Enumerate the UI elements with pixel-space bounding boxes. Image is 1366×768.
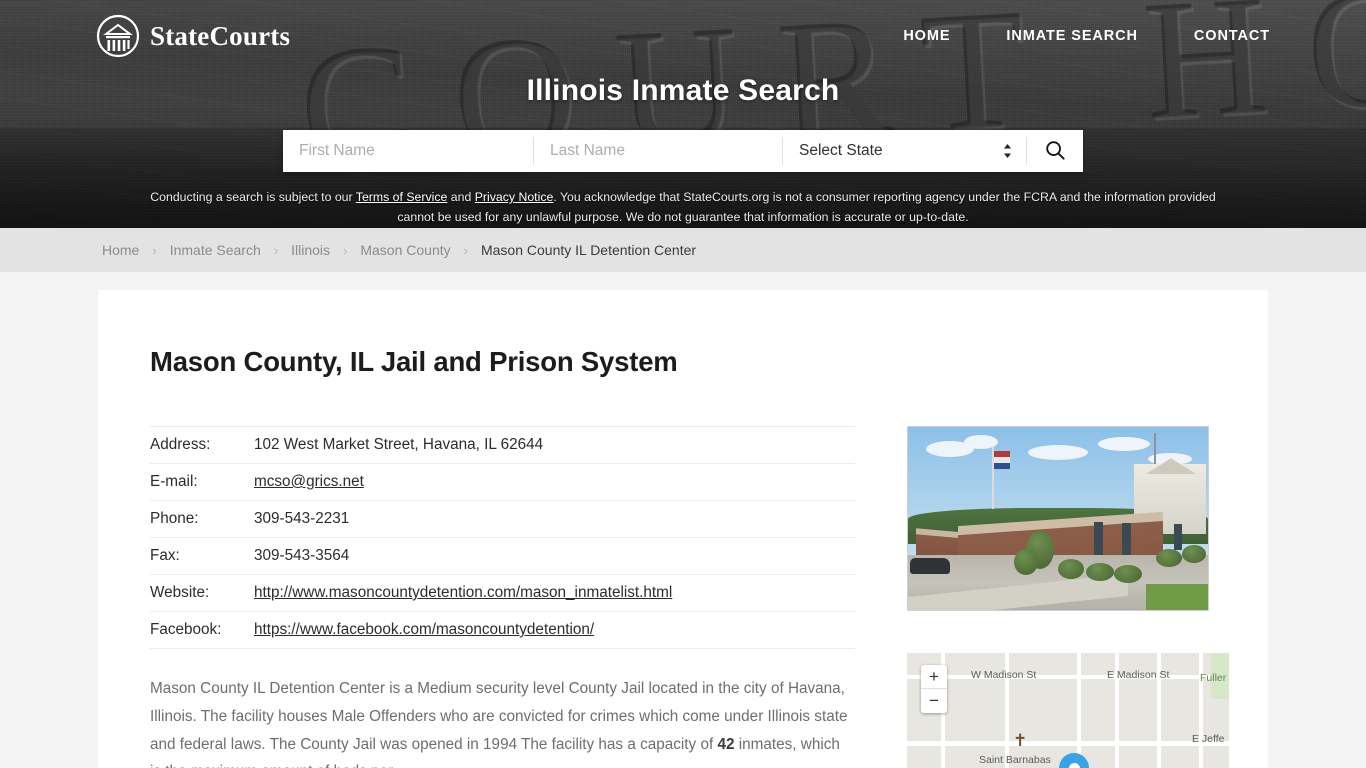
row-label: Fax: — [150, 537, 254, 575]
photo-window — [1094, 522, 1103, 556]
photo-bush — [1086, 563, 1114, 581]
photo-grass — [1146, 584, 1208, 610]
chevron-right-icon: › — [273, 242, 279, 258]
content-card: Mason County, IL Jail and Prison System … — [98, 290, 1268, 768]
map-road — [1077, 653, 1081, 768]
search-disclaimer: Conducting a search is subject to our Te… — [133, 188, 1233, 228]
map-road — [1199, 653, 1203, 768]
first-name-input[interactable] — [283, 130, 533, 172]
inmate-search-form: Select State — [283, 130, 1083, 172]
row-label: Phone: — [150, 500, 254, 538]
photo-car — [910, 558, 950, 574]
state-select[interactable]: Select State — [783, 130, 1026, 172]
table-row: Fax: 309-543-3564 — [150, 537, 855, 575]
brand-name: StateCourts — [150, 20, 291, 51]
breadcrumb-item-inmate-search[interactable]: Inmate Search — [170, 242, 261, 258]
last-name-input[interactable] — [534, 130, 782, 172]
map-label-e-jefferson: E Jeffe — [1192, 733, 1225, 745]
map-zoom-controls: + − — [921, 665, 947, 713]
table-row: Facebook: https://www.facebook.com/mason… — [150, 611, 855, 649]
website-link[interactable]: http://www.masoncountydetention.com/maso… — [254, 584, 672, 601]
map-label-fuller: Fuller — [1200, 672, 1227, 684]
row-value: http://www.masoncountydetention.com/maso… — [254, 574, 855, 612]
breadcrumb-item-illinois[interactable]: Illinois — [291, 242, 330, 258]
privacy-notice-link[interactable]: Privacy Notice — [475, 190, 554, 204]
search-submit-button[interactable] — [1027, 130, 1083, 172]
map-pin-icon[interactable] — [1059, 753, 1089, 768]
facility-photo — [907, 426, 1209, 611]
location-map[interactable]: W Madison St E Madison St Fuller E Jeffe… — [907, 653, 1229, 768]
breadcrumb-item-home[interactable]: Home — [102, 242, 139, 258]
photo-window — [1174, 524, 1182, 550]
facebook-link[interactable]: https://www.facebook.com/masoncountydete… — [254, 621, 594, 638]
photo-flagpole — [992, 447, 1010, 509]
main-nav: HOME INMATE SEARCH CONTACT — [903, 28, 1270, 44]
media-column: W Madison St E Madison St Fuller E Jeffe… — [907, 426, 1229, 768]
page-hero-title: Illinois Inmate Search — [526, 74, 840, 107]
page-body: Mason County, IL Jail and Prison System … — [0, 290, 1366, 768]
site-header: COURT HOUSE StateCourts HOME INMATE SEAR… — [0, 0, 1366, 228]
row-value: 309-543-3564 — [254, 537, 855, 575]
nav-item-inmate-search[interactable]: INMATE SEARCH — [1006, 28, 1137, 44]
page-title: Mason County, IL Jail and Prison System — [150, 346, 678, 377]
map-label-w-madison: W Madison St — [971, 669, 1037, 681]
photo-bush — [1182, 545, 1206, 563]
photo-window — [1122, 523, 1131, 555]
photo-cloud — [1028, 445, 1088, 460]
table-row: Address: 102 West Market Street, Havana,… — [150, 426, 855, 464]
photo-bush — [1058, 559, 1084, 579]
updown-chevrons-icon — [1003, 143, 1012, 159]
row-value: mcso@grics.net — [254, 463, 855, 501]
facility-details-column: Address: 102 West Market Street, Havana,… — [150, 426, 855, 768]
courthouse-circle-icon — [96, 14, 140, 58]
map-label-saint-barnabas: Saint Barnabas — [979, 754, 1051, 766]
chevron-right-icon: › — [152, 242, 157, 258]
row-label: Website: — [150, 574, 254, 612]
facility-info-table: Address: 102 West Market Street, Havana,… — [150, 426, 855, 649]
photo-cloud — [1098, 437, 1150, 451]
cross-icon: ✝ — [1013, 731, 1028, 750]
hero-section: Illinois Inmate Search — [0, 74, 1366, 108]
row-value: https://www.facebook.com/masoncountydete… — [254, 611, 855, 649]
chevron-right-icon: › — [463, 242, 468, 258]
facility-description: Mason County IL Detention Center is a Me… — [150, 675, 850, 768]
breadcrumb-bar: Home › Inmate Search › Illinois › Mason … — [0, 228, 1366, 272]
nav-item-home[interactable]: HOME — [903, 28, 950, 44]
email-link[interactable]: mcso@grics.net — [254, 473, 364, 490]
row-label: Address: — [150, 426, 254, 464]
breadcrumb-item-mason-county[interactable]: Mason County — [360, 242, 450, 258]
row-value: 309-543-2231 — [254, 500, 855, 538]
breadcrumb-item-current: Mason County IL Detention Center — [480, 242, 697, 258]
row-label: E-mail: — [150, 463, 254, 501]
chevron-right-icon: › — [343, 242, 348, 258]
top-navigation-bar: StateCourts HOME INMATE SEARCH CONTACT — [0, 0, 1366, 72]
content-columns: Address: 102 West Market Street, Havana,… — [150, 426, 1229, 768]
search-icon — [1044, 139, 1066, 164]
photo-bush — [1156, 549, 1182, 567]
map-road — [907, 741, 1229, 746]
disclaimer-part-1: Conducting a search is subject to our — [150, 190, 356, 204]
photo-bush — [1014, 549, 1038, 575]
map-label-e-madison: E Madison St — [1107, 669, 1170, 681]
row-label: Facebook: — [150, 611, 254, 649]
map-zoom-out-button[interactable]: − — [921, 689, 947, 713]
photo-bush — [1114, 565, 1142, 583]
state-select-value: Select State — [799, 142, 883, 159]
capacity-value: 42 — [717, 735, 735, 753]
table-row: Phone: 309-543-2231 — [150, 500, 855, 538]
brand-logo[interactable]: StateCourts — [96, 14, 290, 58]
row-value: 102 West Market Street, Havana, IL 62644 — [254, 426, 855, 464]
table-row: Website: http://www.masoncountydetention… — [150, 574, 855, 612]
terms-of-service-link[interactable]: Terms of Service — [356, 190, 448, 204]
disclaimer-part-2: and — [447, 190, 475, 204]
breadcrumb: Home › Inmate Search › Illinois › Mason … — [0, 242, 696, 258]
nav-item-contact[interactable]: CONTACT — [1194, 28, 1270, 44]
map-road — [907, 675, 1229, 679]
map-zoom-in-button[interactable]: + — [921, 665, 947, 689]
table-row: E-mail: mcso@grics.net — [150, 463, 855, 501]
